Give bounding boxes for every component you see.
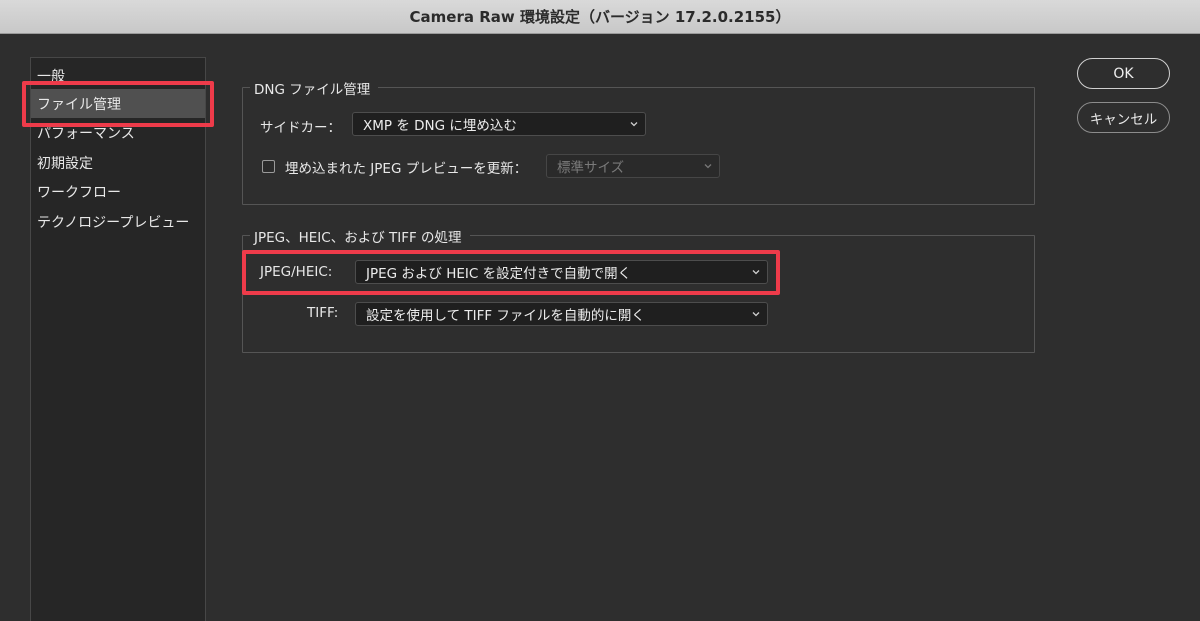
jpeg-group-title: JPEG、HEIC、および TIFF の処理 (250, 226, 470, 246)
chevron-down-icon (752, 312, 760, 317)
sidebar-item-general[interactable]: 一般 (31, 61, 205, 90)
dng-group-title: DNG ファイル管理 (250, 78, 379, 98)
jpeg-heic-dropdown[interactable]: JPEG および HEIC を設定付きで自動で開く (355, 260, 768, 284)
sidebar-item-file-handling[interactable]: ファイル管理 (31, 89, 205, 118)
tiff-dropdown[interactable]: 設定を使用して TIFF ファイルを自動的に開く (355, 302, 768, 326)
chevron-down-icon (752, 270, 760, 275)
window-title: Camera Raw 環境設定（バージョン 17.2.0.2155） (409, 8, 791, 26)
sidebar-item-label: テクノロジープレビュー (37, 214, 190, 231)
sidecar-value: XMP を DNG に埋め込む (363, 118, 517, 134)
preview-size-dropdown[interactable]: 標準サイズ (546, 154, 720, 178)
cancel-button[interactable]: キャンセル (1077, 102, 1170, 133)
preview-size-value: 標準サイズ (557, 160, 625, 176)
sidebar-item-label: 一般 (37, 68, 65, 85)
sidebar-item-label: 初期設定 (37, 155, 93, 172)
ok-button[interactable]: OK (1077, 58, 1170, 89)
chevron-down-icon (630, 122, 638, 127)
update-preview-label: 埋め込まれた JPEG プレビューを更新： (285, 161, 528, 177)
sidecar-dropdown[interactable]: XMP を DNG に埋め込む (352, 112, 646, 136)
jpeg-heic-label: JPEG/HEIC: (260, 264, 333, 280)
ok-button-label: OK (1113, 65, 1134, 82)
sidebar-item-workflow[interactable]: ワークフロー (31, 177, 205, 206)
cancel-button-label: キャンセル (1089, 111, 1158, 128)
sidebar-item-defaults[interactable]: 初期設定 (31, 148, 205, 177)
window-titlebar: Camera Raw 環境設定（バージョン 17.2.0.2155） (0, 0, 1200, 34)
sidebar-item-performance[interactable]: パフォーマンス (31, 118, 205, 147)
sidebar-item-label: パフォーマンス (37, 125, 135, 142)
chevron-down-icon (704, 164, 712, 169)
tiff-value: 設定を使用して TIFF ファイルを自動的に開く (366, 308, 645, 324)
dng-group (242, 87, 1035, 205)
sidebar-item-label: ワークフロー (37, 184, 121, 201)
jpeg-group (242, 235, 1035, 353)
sidebar-item-technology-preview[interactable]: テクノロジープレビュー (31, 207, 205, 236)
jpeg-heic-value: JPEG および HEIC を設定付きで自動で開く (366, 266, 632, 282)
sidebar-item-label: ファイル管理 (37, 96, 121, 113)
sidecar-label: サイドカー： (260, 120, 341, 136)
update-preview-checkbox[interactable] (262, 160, 275, 173)
sidebar: 一般 ファイル管理 パフォーマンス 初期設定 ワークフロー テクノロジープレビュ… (30, 57, 206, 621)
tiff-label: TIFF: (307, 305, 339, 321)
